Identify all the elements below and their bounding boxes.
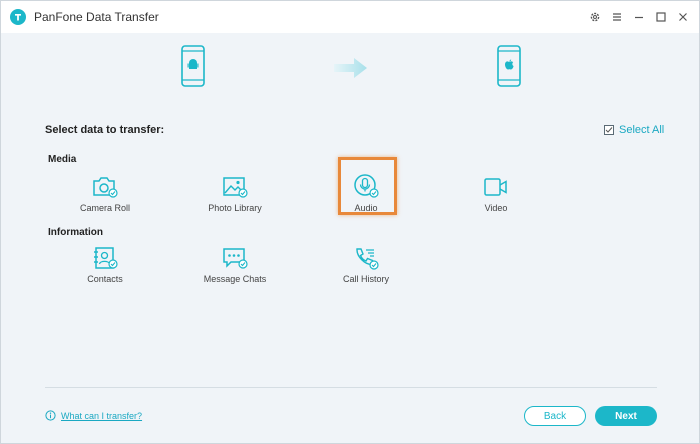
app-window: PanFone Data Transfer Select data to tra… [0, 0, 700, 444]
call-history-label: Call History [342, 274, 389, 284]
message-chats-label: Message Chats [203, 274, 267, 284]
android-device-icon [181, 45, 205, 92]
next-button[interactable]: Next [595, 406, 657, 426]
video-label: Video [484, 203, 508, 213]
photo-icon [223, 177, 248, 198]
photo-library-label: Photo Library [208, 203, 262, 213]
video-item[interactable]: Video [451, 175, 541, 213]
iphone-device-icon [497, 45, 521, 92]
contacts-icon [94, 247, 118, 269]
camera-roll-item[interactable]: Camera Roll [60, 175, 150, 213]
video-icon [484, 178, 507, 196]
media-group-label: Media [48, 154, 77, 165]
window-title: PanFone Data Transfer [34, 10, 159, 24]
select-all-checkbox[interactable]: Select All [604, 124, 664, 136]
help-link[interactable]: What can I transfer? [45, 410, 142, 421]
help-link-label[interactable]: What can I transfer? [61, 411, 142, 421]
contacts-item[interactable]: Contacts [60, 246, 150, 284]
close-icon[interactable] [675, 9, 691, 25]
menu-icon[interactable] [609, 9, 625, 25]
phone-icon [356, 248, 379, 270]
app-logo-icon [10, 9, 26, 25]
footer-divider [45, 387, 657, 388]
call-history-item[interactable]: Call History [321, 246, 411, 284]
audio-item[interactable]: Audio [321, 173, 411, 213]
window-controls [587, 9, 691, 25]
photo-library-item[interactable]: Photo Library [190, 175, 280, 213]
minimize-icon[interactable] [631, 9, 647, 25]
select-data-heading: Select data to transfer: [45, 124, 165, 136]
contacts-label: Contacts [87, 274, 123, 284]
device-bar [1, 33, 699, 103]
camera-roll-label: Camera Roll [79, 203, 130, 213]
checkbox-icon[interactable] [604, 125, 614, 135]
message-icon [223, 248, 248, 269]
title-bar: PanFone Data Transfer [1, 1, 699, 33]
info-icon [45, 410, 56, 421]
message-chats-item[interactable]: Message Chats [190, 246, 280, 284]
audio-label: Audio [354, 203, 378, 213]
information-group-label: Information [48, 227, 103, 238]
microphone-icon [354, 174, 379, 198]
back-button[interactable]: Back [524, 406, 586, 426]
maximize-icon[interactable] [653, 9, 669, 25]
select-all-label: Select All [619, 124, 665, 136]
camera-icon [93, 177, 118, 198]
settings-icon[interactable] [587, 9, 603, 25]
transfer-arrow-icon [334, 57, 368, 84]
